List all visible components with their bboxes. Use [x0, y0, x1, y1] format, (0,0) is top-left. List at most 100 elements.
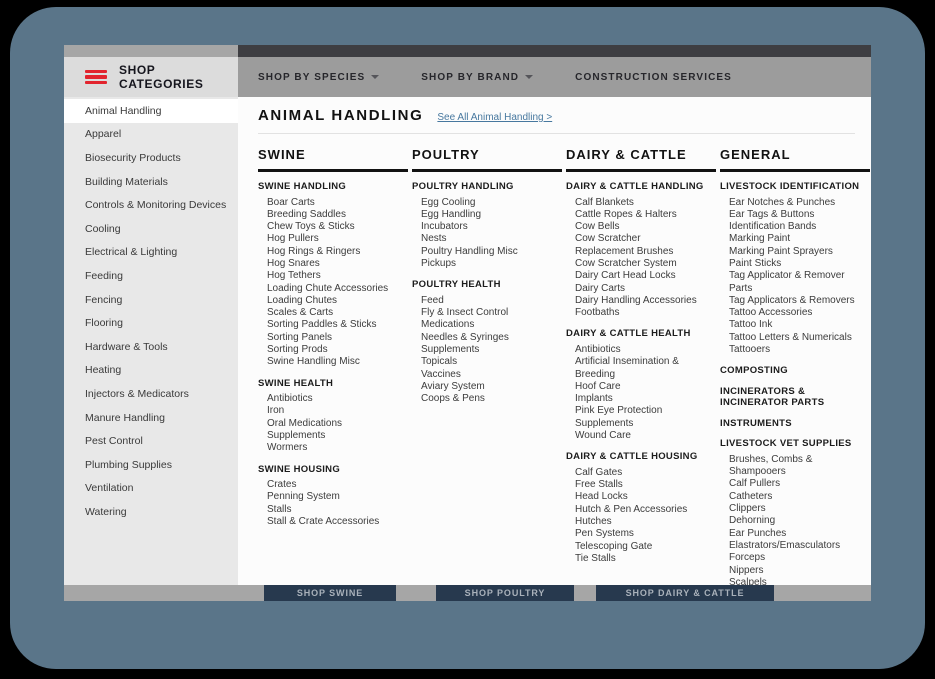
menu-item-link[interactable]: Cow Scratcher — [575, 233, 716, 245]
menu-item-link[interactable]: Dairy Cart Head Locks — [575, 270, 716, 282]
menu-item-link[interactable]: Hog Rings & Ringers — [267, 246, 408, 258]
sidebar-item-pest-control[interactable]: Pest Control — [64, 429, 238, 453]
nav-item-shop-by-brand[interactable]: SHOP BY BRAND — [421, 72, 533, 83]
nav-item-construction-services[interactable]: CONSTRUCTION SERVICES — [575, 72, 732, 83]
section-heading[interactable]: DAIRY & CATTLE HEALTH — [566, 328, 716, 340]
menu-item-link[interactable]: Marking Paint Sprayers — [729, 246, 870, 258]
menu-item-link[interactable]: Iron — [267, 405, 408, 417]
menu-item-link[interactable]: Forceps — [729, 552, 870, 564]
menu-item-link[interactable]: Tattooers — [729, 344, 870, 356]
menu-item-link[interactable]: Tattoo Ink — [729, 319, 870, 331]
menu-item-link[interactable]: Calf Blankets — [575, 197, 716, 209]
menu-item-link[interactable]: Medications — [421, 319, 562, 331]
menu-item-link[interactable]: Pickups — [421, 258, 562, 270]
menu-item-link[interactable]: Paint Sticks — [729, 258, 870, 270]
menu-item-link[interactable]: Cow Scratcher System — [575, 258, 716, 270]
menu-item-link[interactable]: Boar Carts — [267, 197, 408, 209]
shop-button-shop-poultry[interactable]: SHOP POULTRY — [436, 585, 574, 601]
sidebar-item-heating[interactable]: Heating — [64, 359, 238, 383]
sidebar-item-hardware-tools[interactable]: Hardware & Tools — [64, 335, 238, 359]
nav-item-shop-by-species[interactable]: SHOP BY SPECIES — [258, 72, 379, 83]
menu-item-link[interactable]: Clippers — [729, 503, 870, 515]
menu-item-link[interactable]: Stalls — [267, 504, 408, 516]
menu-item-link[interactable]: Ear Tags & Buttons — [729, 209, 870, 221]
sidebar-item-controls-monitoring-devices[interactable]: Controls & Monitoring Devices — [64, 193, 238, 217]
menu-item-link[interactable]: Elastrators/Emasculators — [729, 540, 870, 552]
menu-item-link[interactable]: Egg Cooling — [421, 197, 562, 209]
menu-item-link[interactable]: Pen Systems — [575, 528, 716, 540]
menu-item-link[interactable]: Hutches — [575, 516, 716, 528]
section-heading[interactable]: SWINE HOUSING — [258, 464, 408, 476]
sidebar-item-fencing[interactable]: Fencing — [64, 288, 238, 312]
menu-item-link[interactable]: Feed — [421, 295, 562, 307]
section-heading[interactable]: COMPOSTING — [720, 365, 870, 377]
sidebar-item-watering[interactable]: Watering — [64, 500, 238, 524]
menu-item-link[interactable]: Tag Applicator & Remover Parts — [729, 270, 870, 295]
section-heading[interactable]: LIVESTOCK IDENTIFICATION — [720, 181, 870, 193]
menu-item-link[interactable]: Wound Care — [575, 430, 716, 442]
menu-item-link[interactable]: Hog Pullers — [267, 233, 408, 245]
menu-item-link[interactable]: Tag Applicators & Removers — [729, 295, 870, 307]
menu-item-link[interactable]: Brushes, Combs & Shampooers — [729, 454, 870, 479]
menu-item-link[interactable]: Marking Paint — [729, 233, 870, 245]
menu-item-link[interactable]: Dairy Carts — [575, 283, 716, 295]
sidebar-item-ventilation[interactable]: Ventilation — [64, 477, 238, 501]
menu-item-link[interactable]: Penning System — [267, 491, 408, 503]
menu-item-link[interactable]: Ear Punches — [729, 528, 870, 540]
sidebar-item-biosecurity-products[interactable]: Biosecurity Products — [64, 146, 238, 170]
menu-item-link[interactable]: Free Stalls — [575, 479, 716, 491]
section-heading[interactable]: POULTRY HANDLING — [412, 181, 562, 193]
menu-item-link[interactable]: Head Locks — [575, 491, 716, 503]
menu-item-link[interactable]: Hog Snares — [267, 258, 408, 270]
column-title[interactable]: DAIRY & CATTLE — [566, 147, 716, 172]
menu-item-link[interactable]: Sorting Prods — [267, 344, 408, 356]
menu-item-link[interactable]: Pink Eye Protection — [575, 405, 716, 417]
shop-button-shop-swine[interactable]: SHOP SWINE — [264, 585, 396, 601]
section-heading[interactable]: POULTRY HEALTH — [412, 279, 562, 291]
section-heading[interactable]: DAIRY & CATTLE HOUSING — [566, 451, 716, 463]
section-heading[interactable]: SWINE HANDLING — [258, 181, 408, 193]
sidebar-item-building-materials[interactable]: Building Materials — [64, 170, 238, 194]
menu-item-link[interactable]: Antibiotics — [575, 344, 716, 356]
menu-item-link[interactable]: Cattle Ropes & Halters — [575, 209, 716, 221]
menu-item-link[interactable]: Vaccines — [421, 369, 562, 381]
section-heading[interactable]: LIVESTOCK VET SUPPLIES — [720, 438, 870, 450]
menu-item-link[interactable]: Hog Tethers — [267, 270, 408, 282]
see-all-link[interactable]: See All Animal Handling > — [437, 112, 552, 123]
menu-item-link[interactable]: Cow Bells — [575, 221, 716, 233]
sidebar-item-manure-handling[interactable]: Manure Handling — [64, 406, 238, 430]
menu-item-link[interactable]: Needles & Syringes — [421, 332, 562, 344]
sidebar-item-feeding[interactable]: Feeding — [64, 264, 238, 288]
menu-item-link[interactable]: Fly & Insect Control — [421, 307, 562, 319]
sidebar-item-electrical-lighting[interactable]: Electrical & Lighting — [64, 241, 238, 265]
menu-item-link[interactable]: Tattoo Letters & Numericals — [729, 332, 870, 344]
menu-item-link[interactable]: Telescoping Gate — [575, 541, 716, 553]
menu-item-link[interactable]: Dairy Handling Accessories — [575, 295, 716, 307]
menu-item-link[interactable]: Calf Gates — [575, 467, 716, 479]
shop-categories-button[interactable]: SHOP CATEGORIES — [64, 57, 238, 97]
menu-item-link[interactable]: Tie Stalls — [575, 553, 716, 565]
menu-item-link[interactable]: Supplements — [421, 344, 562, 356]
sidebar-item-plumbing-supplies[interactable]: Plumbing Supplies — [64, 453, 238, 477]
menu-item-link[interactable]: Replacement Brushes — [575, 246, 716, 258]
menu-item-link[interactable]: Ear Notches & Punches — [729, 197, 870, 209]
sidebar-item-injectors-medicators[interactable]: Injectors & Medicators — [64, 382, 238, 406]
column-title[interactable]: SWINE — [258, 147, 408, 172]
menu-item-link[interactable]: Aviary System — [421, 381, 562, 393]
sidebar-item-cooling[interactable]: Cooling — [64, 217, 238, 241]
menu-item-link[interactable]: Sorting Panels — [267, 332, 408, 344]
menu-item-link[interactable]: Crates — [267, 479, 408, 491]
menu-item-link[interactable]: Scales & Carts — [267, 307, 408, 319]
menu-item-link[interactable]: Breeding Saddles — [267, 209, 408, 221]
menu-item-link[interactable]: Loading Chutes — [267, 295, 408, 307]
menu-item-link[interactable]: Stall & Crate Accessories — [267, 516, 408, 528]
column-title[interactable]: POULTRY — [412, 147, 562, 172]
menu-item-link[interactable]: Footbaths — [575, 307, 716, 319]
menu-item-link[interactable]: Identification Bands — [729, 221, 870, 233]
section-heading[interactable]: INSTRUMENTS — [720, 418, 870, 430]
menu-item-link[interactable]: Chew Toys & Sticks — [267, 221, 408, 233]
menu-item-link[interactable]: Catheters — [729, 491, 870, 503]
sidebar-item-flooring[interactable]: Flooring — [64, 311, 238, 335]
menu-item-link[interactable]: Nippers — [729, 565, 870, 577]
menu-item-link[interactable]: Egg Handling — [421, 209, 562, 221]
